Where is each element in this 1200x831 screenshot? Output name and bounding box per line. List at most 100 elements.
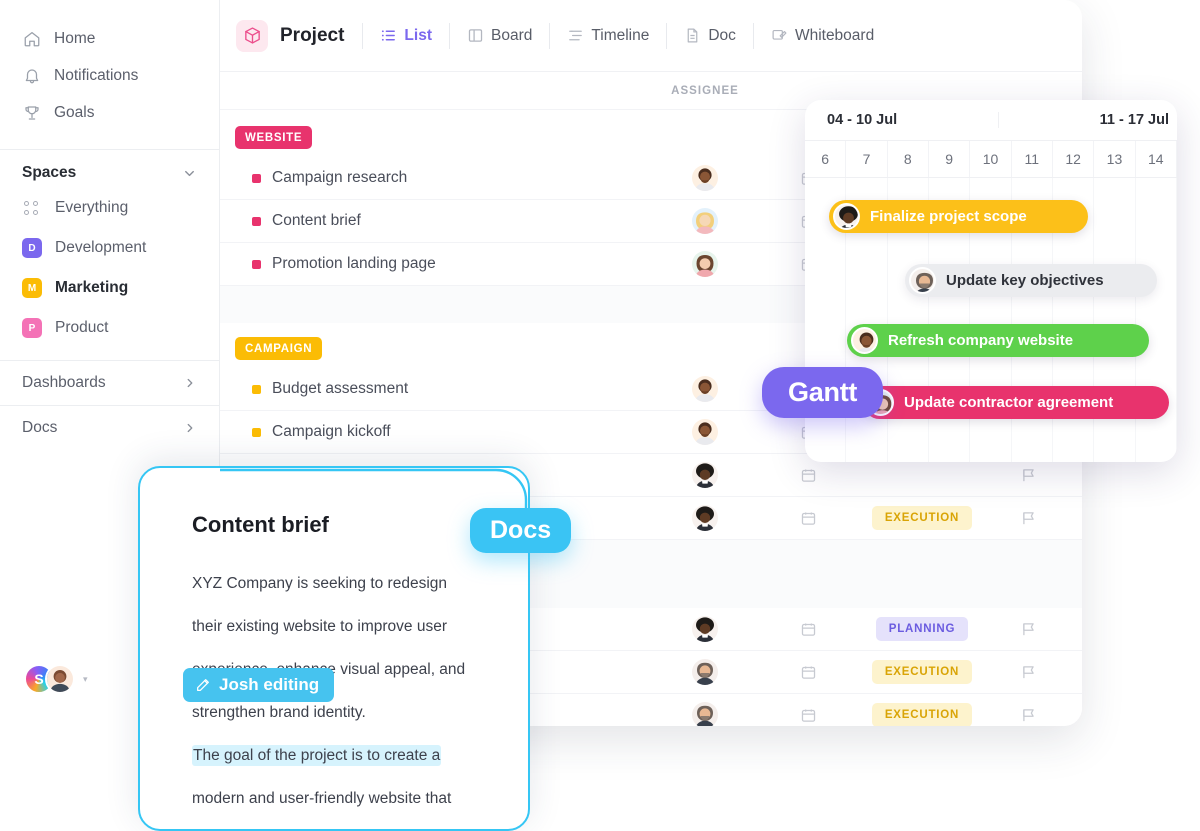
assignee-cell[interactable] (650, 419, 760, 445)
avatar[interactable] (851, 327, 878, 354)
gantt-bar-label: Refresh company website (888, 332, 1074, 349)
chevron-right-icon[interactable] (183, 421, 197, 435)
chevron-right-icon[interactable] (183, 376, 197, 390)
status-badge[interactable]: EXECUTION (871, 703, 973, 726)
sidebar-item-everything[interactable]: Everything (0, 188, 219, 228)
gantt-bar[interactable]: Finalize project scope (829, 200, 1088, 233)
status-cell[interactable]: EXECUTION (856, 506, 988, 530)
due-date-cell[interactable] (760, 467, 856, 484)
task-name-cell[interactable]: Promotion landing page (220, 255, 650, 273)
gantt-bar[interactable]: Refresh company website (847, 324, 1149, 357)
space-initial: D (28, 242, 36, 254)
flag-cell[interactable] (988, 664, 1068, 681)
avatar[interactable] (692, 419, 718, 445)
task-name-cell[interactable]: Campaign research (220, 169, 650, 187)
calendar-icon[interactable] (800, 707, 817, 724)
avatar[interactable] (692, 165, 718, 191)
status-badge[interactable]: EXECUTION (871, 506, 973, 530)
calendar-icon[interactable] (800, 664, 817, 681)
calendar-icon[interactable] (800, 621, 817, 638)
status-label: PLANNING (888, 623, 956, 635)
space-avatar: P (22, 318, 42, 338)
avatar[interactable] (692, 616, 718, 642)
sidebar-spaces-header[interactable]: Spaces (0, 154, 219, 188)
due-date-cell[interactable] (760, 664, 856, 681)
gantt-day-label: 11 (1012, 141, 1053, 177)
priority-bullet (252, 427, 261, 437)
sidebar-item-goals[interactable]: Goals (0, 94, 219, 131)
chevron-down-icon[interactable]: ▾ (83, 674, 88, 685)
task-name-cell[interactable]: Budget assessment (220, 380, 650, 398)
avatar[interactable] (692, 702, 718, 726)
avatar[interactable] (45, 664, 75, 694)
task-name-cell[interactable]: Campaign kickoff (220, 423, 650, 441)
calendar-icon[interactable] (800, 510, 817, 527)
chevron-down-icon[interactable] (182, 166, 197, 181)
gantt-bar[interactable]: Update contractor agreement (863, 386, 1169, 419)
tab-doc[interactable]: Doc (667, 18, 753, 54)
due-date-cell[interactable] (760, 510, 856, 527)
tab-list[interactable]: List (363, 18, 449, 54)
sidebar-item-dashboards[interactable]: Dashboards (0, 361, 219, 405)
assignee-cell[interactable] (650, 659, 760, 685)
avatar[interactable] (692, 251, 718, 277)
avatar[interactable] (833, 203, 860, 230)
whiteboard-icon (771, 27, 788, 44)
project-toolbar: Project List Board Timeline Doc Whiteboa… (220, 0, 1082, 72)
assignee-cell[interactable] (650, 165, 760, 191)
group-tag-label: WEBSITE (245, 131, 303, 144)
assignee-cell[interactable] (650, 702, 760, 726)
tab-board[interactable]: Board (450, 18, 549, 54)
flag-icon[interactable] (1020, 510, 1037, 527)
user-cluster[interactable]: S ▾ (24, 664, 88, 694)
avatar-photo (47, 666, 73, 692)
space-avatar: D (22, 238, 42, 258)
flag-icon[interactable] (1020, 707, 1037, 724)
col-header-assignee: ASSIGNEE (671, 84, 739, 97)
tab-timeline[interactable]: Timeline (550, 18, 666, 54)
sidebar-item-development[interactable]: D Development (0, 228, 219, 268)
status-cell[interactable]: EXECUTION (856, 703, 988, 726)
spaces-title: Spaces (22, 164, 77, 181)
avatar[interactable] (692, 659, 718, 685)
gantt-day-label: 9 (929, 141, 971, 177)
due-date-cell[interactable] (760, 707, 856, 724)
sidebar-item-label: Everything (55, 199, 129, 216)
flag-cell[interactable] (988, 467, 1068, 484)
status-cell[interactable]: EXECUTION (856, 660, 988, 684)
due-date-cell[interactable] (760, 621, 856, 638)
flag-icon[interactable] (1020, 621, 1037, 638)
sidebar-item-label: Goals (54, 103, 95, 121)
gantt-bar[interactable]: Update key objectives (905, 264, 1157, 297)
flag-cell[interactable] (988, 510, 1068, 527)
avatar[interactable] (692, 208, 718, 234)
task-name-cell[interactable]: Content brief (220, 212, 650, 230)
gantt-week-header: 04 - 10 Jul 11 - 17 Jul (805, 100, 1177, 140)
flag-icon[interactable] (1020, 467, 1037, 484)
group-tag-label: CAMPAIGN (245, 342, 313, 355)
assignee-cell[interactable] (650, 251, 760, 277)
status-badge[interactable]: EXECUTION (871, 660, 973, 684)
sidebar-item-docs[interactable]: Docs (0, 406, 219, 450)
sidebar-item-marketing[interactable]: M Marketing (0, 268, 219, 308)
flag-cell[interactable] (988, 621, 1068, 638)
assignee-cell[interactable] (650, 462, 760, 488)
sidebar-item-notifications[interactable]: Notifications (0, 57, 219, 94)
avatar[interactable] (692, 505, 718, 531)
avatar[interactable] (909, 267, 936, 294)
sidebar-item-product[interactable]: P Product (0, 308, 219, 348)
assignee-cell[interactable] (650, 376, 760, 402)
avatar[interactable] (692, 462, 718, 488)
assignee-cell[interactable] (650, 505, 760, 531)
status-cell[interactable]: PLANNING (856, 617, 988, 641)
flag-icon[interactable] (1020, 664, 1037, 681)
gantt-bar-label: Update contractor agreement (904, 394, 1114, 411)
status-badge[interactable]: PLANNING (875, 617, 969, 641)
tab-whiteboard[interactable]: Whiteboard (754, 18, 891, 54)
calendar-icon[interactable] (800, 467, 817, 484)
avatar[interactable] (692, 376, 718, 402)
flag-cell[interactable] (988, 707, 1068, 724)
sidebar-item-home[interactable]: Home (0, 20, 219, 57)
assignee-cell[interactable] (650, 208, 760, 234)
assignee-cell[interactable] (650, 616, 760, 642)
